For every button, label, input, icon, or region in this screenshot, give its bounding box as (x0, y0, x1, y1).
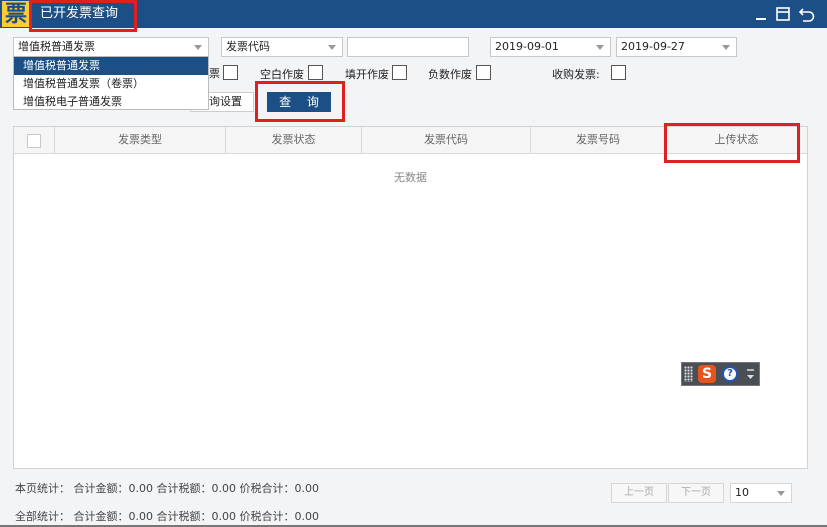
date-to-value: 2019-09-27 (621, 40, 685, 53)
query-highlight-box (255, 81, 345, 122)
chevron-down-icon (596, 45, 604, 50)
chevron-down-icon (328, 45, 336, 50)
header-invoice-status[interactable]: 发票状态 (226, 127, 362, 153)
date-from-select[interactable]: 2019-09-01 (490, 37, 611, 57)
chevron-down-icon (722, 45, 730, 50)
filled-void-checkbox[interactable] (392, 65, 407, 80)
negative-void-label: 负数作废 (428, 68, 472, 81)
header-invoice-type[interactable]: 发票类型 (55, 127, 226, 153)
maximize-icon (776, 7, 790, 21)
blank-void-label: 空白作废 (260, 68, 304, 81)
sogou-logo-icon[interactable]: S (698, 365, 716, 383)
blank-void-checkbox[interactable] (308, 65, 323, 80)
select-all-checkbox[interactable] (27, 134, 41, 148)
purchase-invoice-checkbox[interactable] (611, 65, 626, 80)
chevron-down-icon (194, 45, 202, 50)
dropdown-item-vat-ordinary[interactable]: 增值税普通发票 (14, 57, 208, 75)
dropdown-item-vat-electronic[interactable]: 增值税电子普通发票 (14, 93, 208, 111)
minimize-icon (756, 18, 766, 20)
minimize-button[interactable] (751, 4, 771, 24)
page-size-select[interactable]: 10 (730, 483, 792, 503)
invoice-table: 发票类型 发票状态 发票代码 发票号码 上传状态 无数据 (13, 126, 808, 469)
back-arrow-icon (798, 8, 815, 22)
ime-menu-glyph (747, 369, 754, 379)
title-highlight-box (29, 0, 137, 32)
ime-menu-icon[interactable] (746, 367, 755, 381)
header-invoice-code[interactable]: 发票代码 (362, 127, 531, 153)
grip-icon[interactable] (684, 366, 693, 382)
page-stats: 本页统计： 合计金额：0.00 合计税额：0.00 价税合计：0.00 (15, 482, 319, 495)
app-logo: 票 (2, 1, 30, 27)
header-invoice-number[interactable]: 发票号码 (531, 127, 666, 153)
ime-toolbar: S ? (681, 362, 760, 386)
back-button[interactable] (797, 4, 817, 24)
header-select-cell (14, 127, 55, 153)
chevron-down-icon (777, 491, 785, 496)
invoice-type-dropdown: 增值税普通发票 增值税普通发票（卷票） 增值税电子普通发票 (13, 56, 209, 110)
negative-void-checkbox[interactable] (476, 65, 491, 80)
maximize-button[interactable] (773, 4, 793, 24)
all-stats: 全部统计： 合计金额：0.00 合计税额：0.00 价税合计：0.00 (15, 510, 319, 523)
date-from-value: 2019-09-01 (495, 40, 559, 53)
empty-placeholder: 无数据 (394, 171, 427, 184)
invoice-type-select[interactable]: 增值税普通发票 (13, 37, 209, 57)
search-input[interactable] (347, 37, 469, 57)
upload-status-highlight-box (664, 123, 800, 163)
prev-page-button[interactable]: 上一页 (611, 483, 667, 503)
next-page-button[interactable]: 下一页 (668, 483, 724, 503)
field-select[interactable]: 发票代码 (221, 37, 343, 57)
field-select-value: 发票代码 (226, 40, 270, 53)
partial-checkbox-label: 票 (209, 67, 220, 80)
date-to-select[interactable]: 2019-09-27 (616, 37, 737, 57)
page-size-value: 10 (735, 486, 749, 499)
purchase-invoice-label: 收购发票: (552, 68, 600, 81)
partial-checkbox[interactable] (223, 65, 238, 80)
help-icon[interactable]: ? (722, 366, 738, 382)
dropdown-item-vat-roll[interactable]: 增值税普通发票（卷票） (14, 75, 208, 93)
filled-void-label: 填开作废 (345, 68, 389, 81)
invoice-type-select-value: 增值税普通发票 (18, 40, 95, 53)
